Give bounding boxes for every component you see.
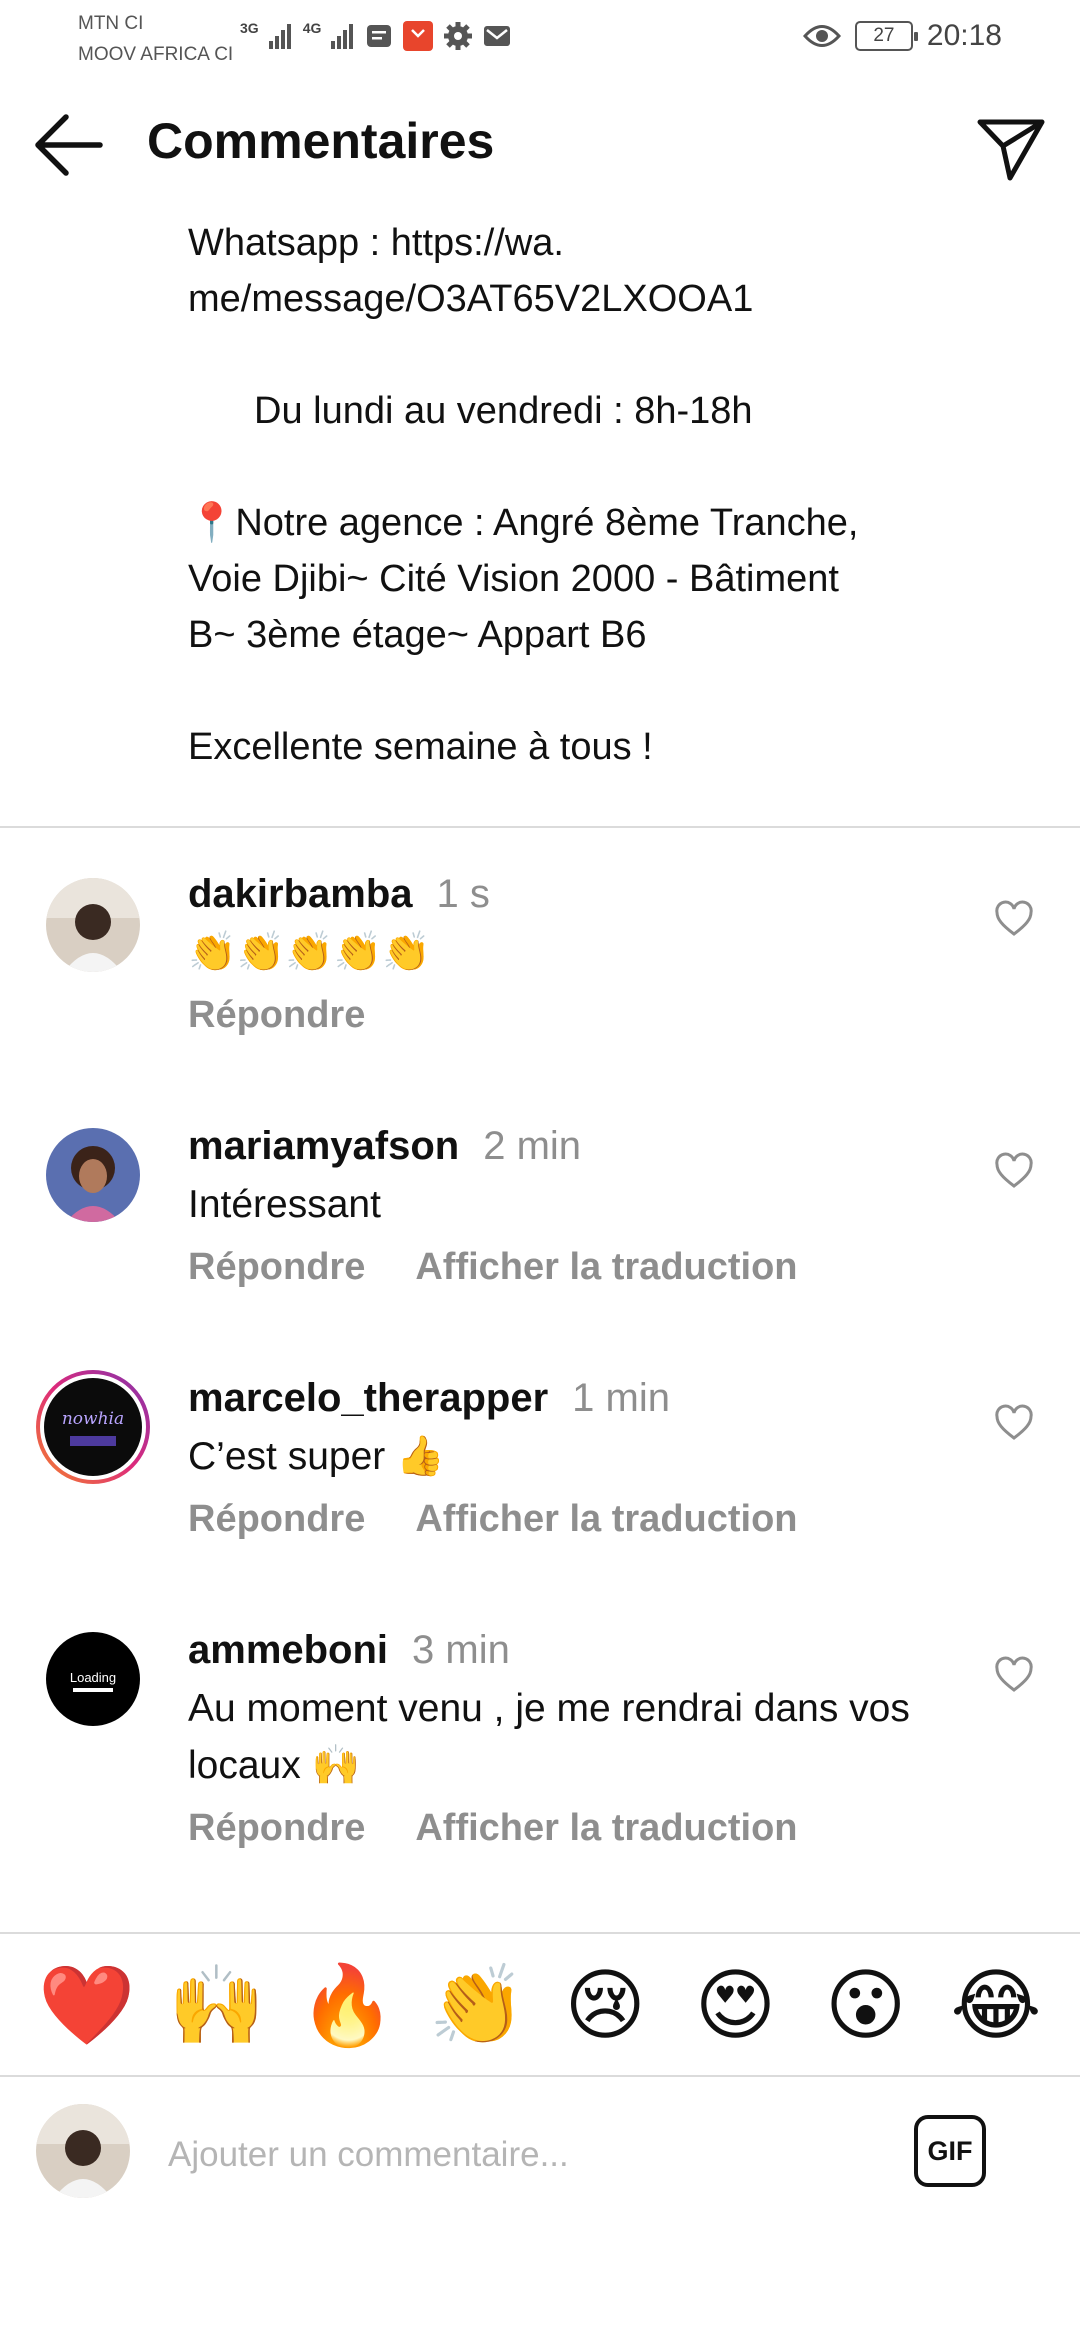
caption-line: Whatsapp : https://wa. [188, 222, 564, 264]
divider [0, 826, 1080, 828]
comment-header: mariamyafson 2 min [188, 1124, 581, 1169]
comment-item: nowhia marcelo_therapper 1 min C’est supe… [0, 1370, 1080, 1572]
emoji-crying-button[interactable]: 😢 [559, 1966, 651, 2044]
show-translation-button[interactable]: Afficher la traduction [415, 1498, 797, 1541]
comment-input[interactable] [166, 2127, 866, 2183]
avatar[interactable] [46, 1128, 140, 1222]
reply-button[interactable]: Répondre [188, 1807, 365, 1850]
avatar-image: Loading [46, 1632, 140, 1726]
back-arrow-icon [35, 114, 103, 176]
like-comment-button[interactable] [994, 1152, 1034, 1192]
comment-text: Intéressant [188, 1183, 381, 1226]
back-button[interactable] [30, 110, 110, 180]
gif-button[interactable]: GIF [914, 2115, 986, 2187]
comment-header: ammeboni 3 min [188, 1628, 510, 1673]
network-3g-label: 3G [240, 20, 259, 36]
shopping-app-icon [403, 21, 434, 51]
emoji-laughing-button[interactable]: 😂 [950, 1966, 1042, 2044]
emoji-heart-eyes-button[interactable]: 😍 [689, 1966, 781, 2044]
avatar-brand-text: nowhia [62, 1409, 124, 1429]
post-caption: Whatsapp : https://wa. me/message/O3AT65… [188, 215, 1008, 775]
avatar-loading-text: Loading [70, 1670, 116, 1685]
caption-line: Excellente semaine à tous ! [188, 726, 653, 768]
carrier-names: MTN CI MOOV AFRICA CI [78, 8, 233, 70]
avatar-image: nowhia [44, 1378, 142, 1476]
carrier-2: MOOV AFRICA CI [78, 44, 234, 65]
page-title: Commentaires [147, 113, 495, 169]
comment-composer: GIF [0, 2077, 1080, 2227]
reply-button[interactable]: Répondre [188, 1246, 365, 1289]
carrier-1: MTN CI [78, 13, 144, 34]
status-icons-left: 3G 4G [240, 14, 511, 58]
emoji-raising-hands-button[interactable]: 🙌 [168, 1966, 265, 2044]
header: Commentaires [0, 90, 1080, 200]
emoji-surprised-button[interactable]: 😮 [820, 1966, 912, 2044]
comment-text: C’est super 👍 [188, 1435, 445, 1478]
send-paper-plane-icon [977, 119, 1045, 181]
network-4g-label: 4G [302, 20, 322, 36]
emoji-fire-button[interactable]: 🔥 [299, 1966, 396, 2044]
like-comment-button[interactable] [994, 900, 1034, 940]
clock: 20:18 [926, 19, 1002, 52]
comment-item: mariamyafson 2 min Intéressant Répondre A… [0, 1120, 1080, 1320]
my-avatar [36, 2104, 130, 2198]
heart-outline-icon [995, 900, 1033, 936]
comment-item: dakirbamba 1 s 👏👏👏👏👏 Répondre [0, 868, 1080, 1068]
heart-outline-icon [995, 1152, 1033, 1188]
avatar[interactable]: Loading [46, 1632, 140, 1726]
signal-icon [331, 24, 354, 49]
emoji-clapping-button[interactable]: 👏 [429, 1966, 526, 2044]
eye-icon [802, 25, 841, 47]
comment-username[interactable]: mariamyafson [188, 1124, 459, 1168]
heart-outline-icon [995, 1656, 1033, 1692]
caption-line: 📍Notre agence : Angré 8ème Tranche, [188, 502, 859, 544]
show-translation-button[interactable]: Afficher la traduction [415, 1246, 797, 1289]
message-icon [367, 25, 392, 47]
comment-header: dakirbamba 1 s [188, 872, 490, 917]
comment-actions: Répondre Afficher la traduction [188, 1807, 798, 1850]
reply-button[interactable]: Répondre [188, 994, 365, 1037]
status-bar: MTN CI MOOV AFRICA CI 3G 4G 27 20:18 [0, 0, 1080, 80]
comment-username[interactable]: ammeboni [188, 1628, 388, 1672]
comment-header: marcelo_therapper 1 min [188, 1376, 670, 1421]
comment-username[interactable]: dakirbamba [188, 872, 413, 916]
avatar-image [46, 878, 140, 972]
mail-icon [484, 26, 511, 46]
comment-timestamp: 2 min [483, 1124, 582, 1168]
like-comment-button[interactable] [994, 1656, 1034, 1696]
avatar-with-story-ring[interactable]: nowhia [36, 1370, 150, 1484]
caption-line: me/message/O3AT65V2LXOOA1 [188, 278, 754, 320]
show-translation-button[interactable]: Afficher la traduction [415, 1807, 797, 1850]
share-button[interactable] [970, 108, 1050, 188]
heart-outline-icon [995, 1404, 1033, 1440]
avatar[interactable] [46, 878, 140, 972]
comment-text: 👏👏👏👏👏 [188, 931, 431, 974]
comment-timestamp: 1 min [572, 1376, 670, 1420]
emoji-heart-button[interactable]: ❤️ [38, 1966, 135, 2044]
battery-indicator: 27 [854, 21, 918, 51]
comment-text: Au moment venu , je me rendrai dans vos … [188, 1687, 910, 1787]
comment-item: Loading ammeboni 3 min Au moment venu , j… [0, 1624, 1080, 1874]
avatar-image [46, 1128, 140, 1222]
settings-gear-icon [444, 22, 473, 50]
avatar-image [36, 2104, 130, 2198]
caption-line: B~ 3ème étage~ Appart B6 [188, 614, 647, 656]
reply-button[interactable]: Répondre [188, 1498, 365, 1541]
comment-username[interactable]: marcelo_therapper [188, 1376, 548, 1420]
caption-line: Du lundi au vendredi : 8h-18h [254, 390, 753, 432]
emoji-quick-bar: ❤️ 🙌 🔥 👏 😢 😍 😮 😂 [0, 1932, 1080, 2077]
status-icons-right: 27 20:18 [802, 16, 1002, 56]
caption-line: Voie Djibi~ Cité Vision 2000 - Bâtiment [188, 558, 839, 600]
comment-actions: Répondre [188, 994, 365, 1037]
comment-timestamp: 1 s [436, 872, 490, 916]
comment-actions: Répondre Afficher la traduction [188, 1246, 798, 1289]
signal-icon [268, 24, 291, 49]
comment-actions: Répondre Afficher la traduction [188, 1498, 798, 1541]
like-comment-button[interactable] [994, 1404, 1034, 1444]
comment-timestamp: 3 min [412, 1628, 510, 1672]
